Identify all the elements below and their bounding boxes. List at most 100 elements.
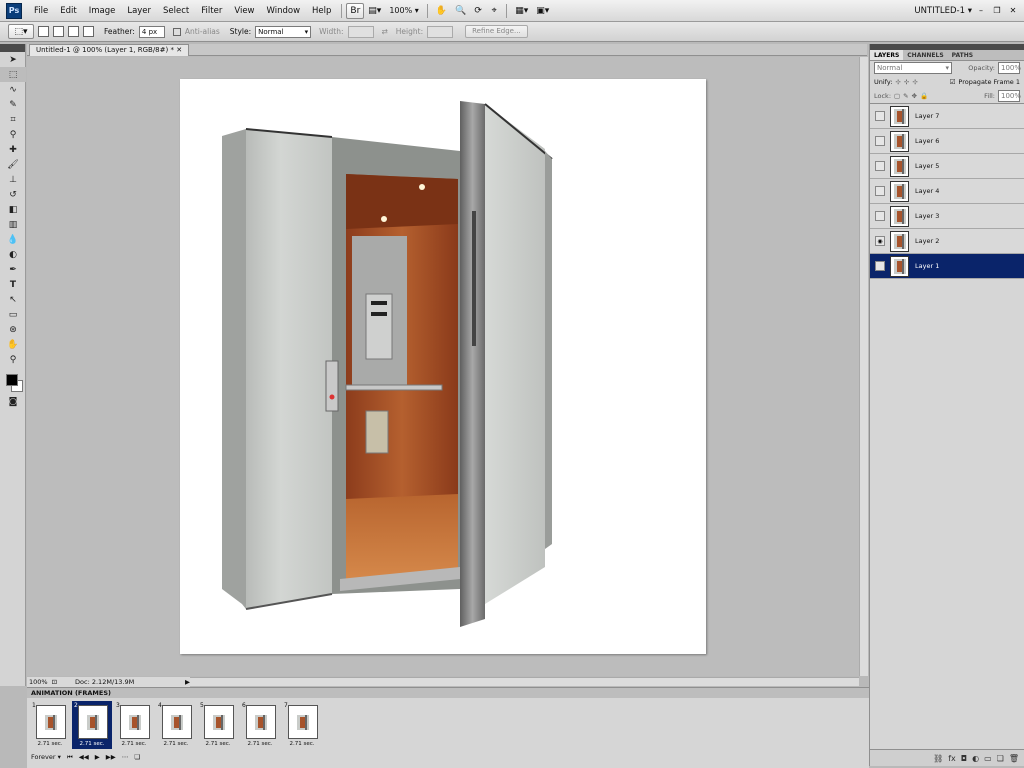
layer-style-icon[interactable]: fx (948, 754, 956, 763)
frame-delay[interactable]: 2.71 sec. (73, 741, 111, 747)
zoom-tool-icon[interactable]: ⚲ (0, 352, 26, 367)
document-canvas[interactable] (180, 79, 706, 654)
lock-move-icon[interactable]: ✥ (912, 92, 917, 100)
swap-icon[interactable]: ⇄ (382, 27, 388, 36)
vertical-scrollbar[interactable] (859, 57, 868, 676)
document-tab[interactable]: Untitled-1 @ 100% (Layer 1, RGB/8#) * ✕ (29, 44, 190, 56)
menu-edit[interactable]: Edit (54, 0, 82, 22)
tab-paths[interactable]: PATHS (948, 50, 977, 60)
tween-icon[interactable]: ⋯ (122, 753, 129, 761)
animation-frame[interactable]: 7 2.71 sec. (283, 702, 321, 748)
tool-preset-picker[interactable]: ⬚▾ (8, 24, 34, 39)
new-layer-icon[interactable]: ❏ (997, 754, 1004, 763)
frame-delay[interactable]: 2.71 sec. (199, 741, 237, 747)
new-group-icon[interactable]: ▭ (984, 754, 992, 763)
intersect-selection-icon[interactable] (83, 26, 94, 37)
horizontal-scrollbar[interactable] (190, 677, 859, 686)
loop-select[interactable]: Forever ▾ (31, 753, 61, 761)
menu-view[interactable]: View (228, 0, 260, 22)
propagate-checkbox[interactable]: ☑ (950, 78, 956, 86)
layer-mask-icon[interactable]: ◘ (961, 754, 967, 763)
lock-brush-icon[interactable]: ✎ (903, 92, 908, 100)
feather-input[interactable]: 4 px (138, 25, 165, 38)
screen-mode-button[interactable]: ▣▾ (532, 3, 553, 19)
lock-transparency-icon[interactable]: ▢ (894, 92, 900, 100)
animation-frame[interactable]: 1 2.71 sec. (31, 702, 69, 748)
frame-delay[interactable]: 2.71 sec. (115, 741, 153, 747)
ruler-icon[interactable]: ⌖ (486, 3, 502, 19)
workspace-switcher[interactable]: UNTITLED-1 ▾ (914, 0, 972, 22)
eraser-tool-icon[interactable]: ◧ (0, 202, 26, 217)
hand-tool-icon[interactable]: ✋ (432, 3, 451, 19)
prev-frame-icon[interactable]: ◀◀ (79, 753, 89, 761)
add-selection-icon[interactable] (53, 26, 64, 37)
view-extras-button[interactable]: ▤▾ (364, 3, 385, 19)
layer-row[interactable]: Layer 4 (870, 179, 1024, 204)
subtract-selection-icon[interactable] (68, 26, 79, 37)
status-info-icon[interactable]: ⊡ (52, 678, 57, 686)
refine-edge-button[interactable]: Refine Edge... (465, 25, 528, 38)
rotate-view-icon[interactable]: ⟳ (470, 3, 486, 19)
layer-row[interactable]: Layer 1 (870, 254, 1024, 279)
healing-tool-icon[interactable]: ✚ (0, 142, 26, 157)
unify-visibility-icon[interactable]: ⊹ (904, 78, 909, 86)
brush-tool-icon[interactable]: 🖌 (0, 157, 26, 172)
next-frame-icon[interactable]: ▶▶ (106, 753, 116, 761)
lock-all-icon[interactable]: 🔒 (920, 92, 928, 100)
layer-row[interactable]: ◉ Layer 2 (870, 229, 1024, 254)
style-select[interactable]: Normal ▾ (255, 25, 312, 38)
blur-tool-icon[interactable]: 💧 (0, 232, 26, 247)
close-tab-icon[interactable]: ✕ (176, 46, 182, 54)
visibility-eye-icon[interactable]: ◉ (875, 236, 885, 246)
bridge-button[interactable]: Br (346, 2, 365, 19)
visibility-eye-icon[interactable] (875, 136, 885, 146)
layer-row[interactable]: Layer 7 (870, 104, 1024, 129)
height-input[interactable] (427, 25, 454, 38)
menu-image[interactable]: Image (83, 0, 122, 22)
opacity-input[interactable]: 100% (998, 62, 1021, 74)
menu-layer[interactable]: Layer (121, 0, 157, 22)
adjustment-layer-icon[interactable]: ◐ (972, 754, 979, 763)
hand-tool-icon[interactable]: ✋ (0, 337, 26, 352)
menu-select[interactable]: Select (157, 0, 195, 22)
frame-delay[interactable]: 2.71 sec. (241, 741, 279, 747)
arrange-documents-button[interactable]: ▦▾ (511, 3, 532, 19)
gradient-tool-icon[interactable]: ▥ (0, 217, 26, 232)
antialias-checkbox[interactable] (172, 27, 181, 36)
unify-position-icon[interactable]: ⊹ (895, 78, 900, 86)
width-input[interactable] (347, 25, 374, 38)
animation-frame[interactable]: 4 2.71 sec. (157, 702, 195, 748)
delete-layer-icon[interactable]: 🗑 (1009, 754, 1019, 763)
first-frame-icon[interactable]: ⏮ (67, 753, 73, 762)
visibility-eye-icon[interactable] (875, 211, 885, 221)
restore-icon[interactable]: ❐ (990, 3, 1004, 17)
zoom-readout[interactable]: 100% (29, 678, 48, 686)
menu-file[interactable]: File (28, 0, 54, 22)
path-select-icon[interactable]: ↖ (0, 292, 26, 307)
pen-tool-icon[interactable]: ✒ (0, 262, 26, 277)
new-selection-icon[interactable] (38, 26, 49, 37)
frame-delay[interactable]: 2.71 sec. (283, 741, 321, 747)
blend-mode-select[interactable]: Normal ▾ (874, 62, 952, 74)
menu-window[interactable]: Window (261, 0, 307, 22)
animation-frame[interactable]: 2 2.71 sec. (72, 701, 112, 749)
visibility-eye-icon[interactable] (875, 161, 885, 171)
marquee-tool-icon[interactable]: ⬚ (0, 67, 26, 82)
animation-frame[interactable]: 6 2.71 sec. (241, 702, 279, 748)
layer-row[interactable]: Layer 5 (870, 154, 1024, 179)
animation-frame[interactable]: 3 2.71 sec. (115, 702, 153, 748)
menu-help[interactable]: Help (306, 0, 337, 22)
frame-delay[interactable]: 2.71 sec. (31, 741, 69, 747)
stamp-tool-icon[interactable]: ⊥ (0, 172, 26, 187)
quick-mask-icon[interactable]: ◙ (0, 394, 26, 409)
move-tool-icon[interactable]: ➤ (0, 52, 26, 67)
menu-filter[interactable]: Filter (195, 0, 228, 22)
minimize-icon[interactable]: – (974, 3, 988, 17)
close-icon[interactable]: ✕ (1006, 3, 1020, 17)
eyedropper-tool-icon[interactable]: ⚲ (0, 127, 26, 142)
zoom-tool-icon[interactable]: 🔍 (451, 3, 470, 19)
3d-rotate-icon[interactable]: ⊛ (0, 322, 26, 337)
foreground-color-swatch[interactable] (6, 374, 18, 386)
visibility-eye-icon[interactable] (875, 111, 885, 121)
layer-row[interactable]: Layer 3 (870, 204, 1024, 229)
